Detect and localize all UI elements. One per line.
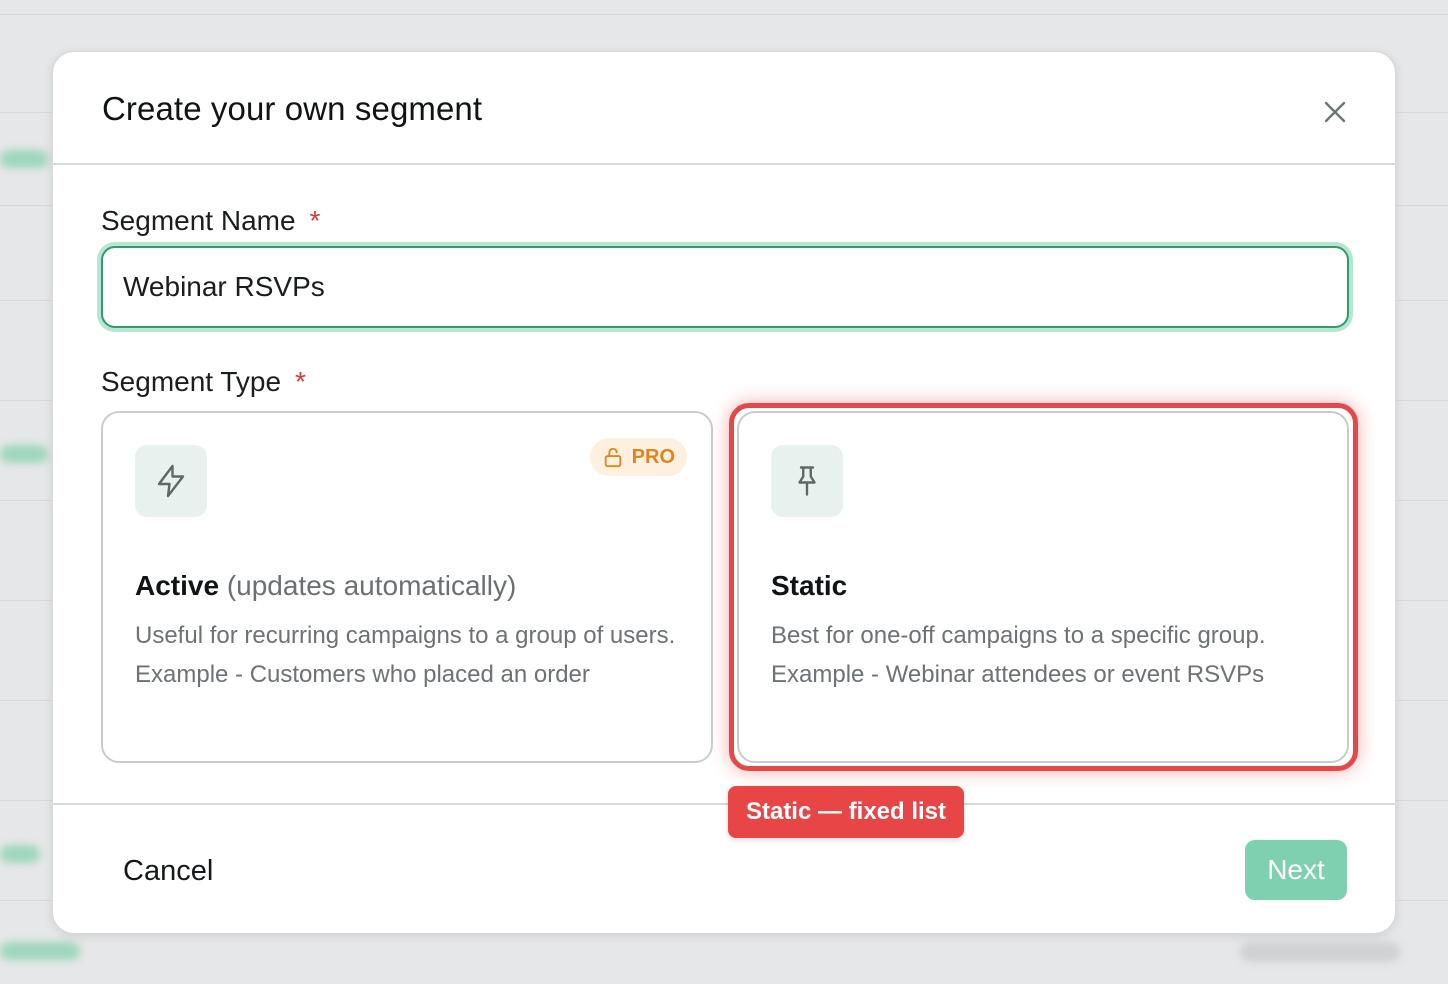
static-card-title: Static: [771, 570, 848, 601]
static-card-description: Best for one-off campaigns to a specific…: [771, 622, 1266, 688]
pro-badge: PRO: [589, 438, 687, 476]
active-icon-box: [135, 445, 207, 517]
segment-type-active-card[interactable]: PRO Active (updates automatically) Usefu…: [101, 411, 713, 763]
annotation-label: Static — fixed list: [728, 786, 964, 838]
close-button[interactable]: [1323, 100, 1347, 124]
modal-title: Create your own segment: [102, 90, 483, 127]
cancel-button[interactable]: Cancel: [123, 855, 213, 888]
active-title-text: Active: [135, 570, 220, 601]
unlock-icon: [604, 447, 621, 468]
static-icon-box: [771, 445, 843, 517]
footer-divider: [53, 803, 1395, 805]
active-subtitle-text: (updates automatically): [226, 570, 517, 601]
segment-type-static-card[interactable]: Static Best for one-off campaigns to a s…: [737, 411, 1349, 763]
segment-name-label-text: Segment Name: [101, 205, 296, 236]
active-card-title: Active (updates automatically): [135, 570, 516, 602]
segment-name-input[interactable]: [101, 246, 1349, 328]
close-icon: [1324, 101, 1346, 123]
next-button[interactable]: Next: [1245, 840, 1347, 900]
pro-badge-label: PRO: [631, 445, 675, 468]
active-card-description: Useful for recurring campaigns to a grou…: [135, 622, 676, 688]
segment-type-label-text: Segment Type: [101, 366, 282, 397]
create-segment-modal: Create your own segment Segment Name * Se…: [52, 51, 1396, 934]
segment-name-label: Segment Name *: [101, 205, 320, 237]
segment-type-label: Segment Type *: [101, 366, 306, 398]
required-mark: *: [295, 366, 306, 397]
required-mark: *: [309, 205, 321, 236]
lightning-icon: [157, 464, 185, 498]
modal-header: Create your own segment: [53, 52, 1395, 165]
pin-icon: [798, 466, 816, 496]
